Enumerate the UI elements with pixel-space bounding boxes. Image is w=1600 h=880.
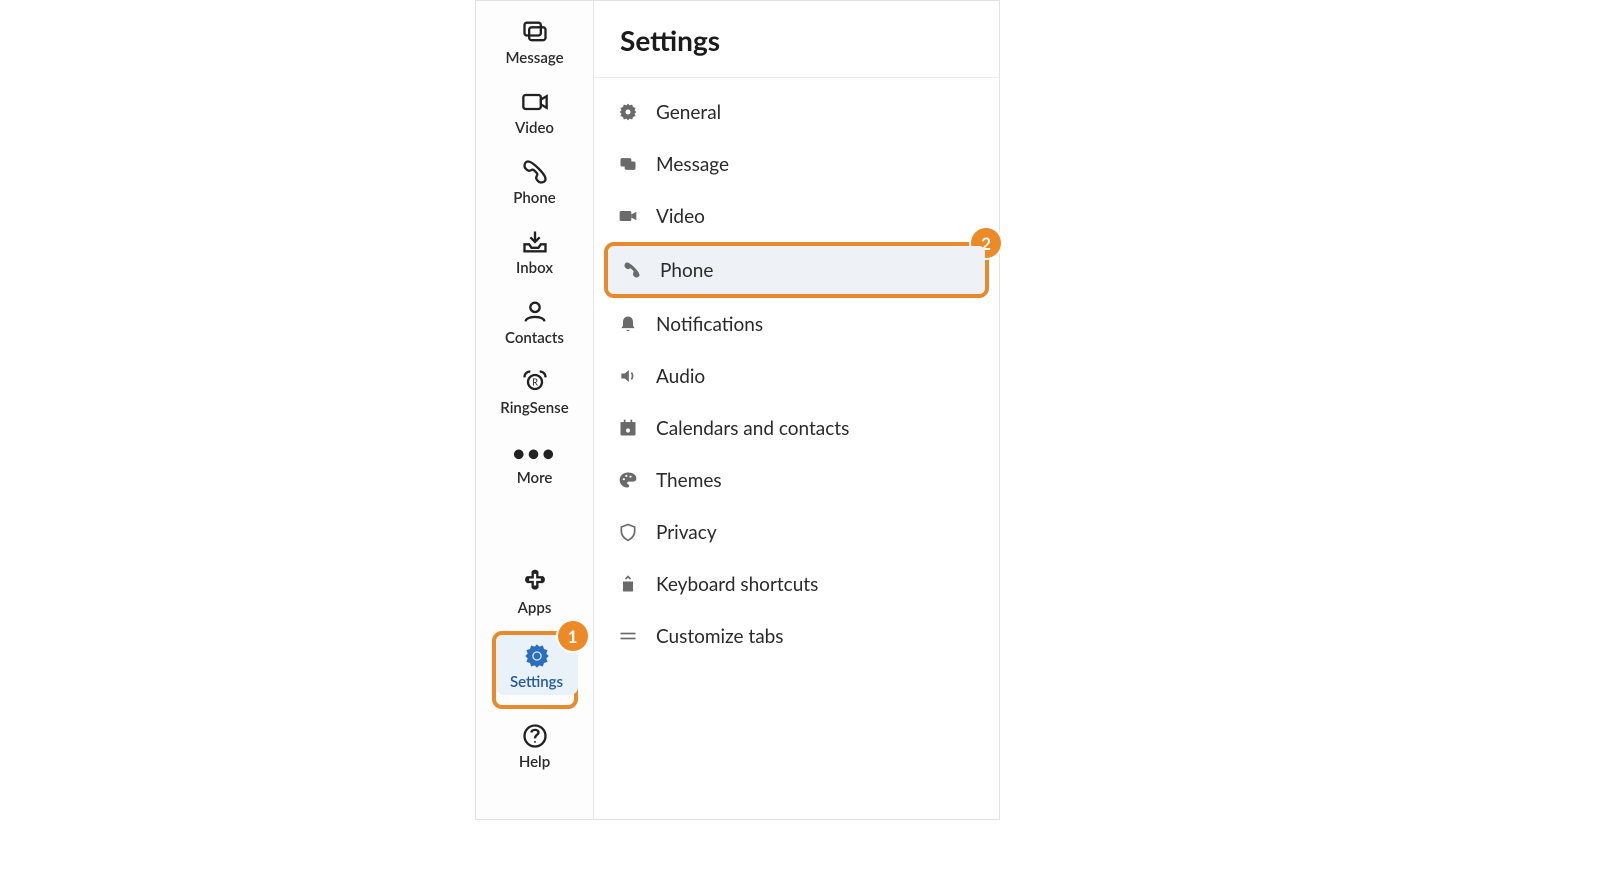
svg-text:R: R [532,377,538,388]
settings-item-customize[interactable]: Customize tabs [594,610,999,662]
settings-item-label: Calendars and contacts [656,417,849,440]
rail-bottom-group: Apps 1 Settings Help [492,561,578,785]
settings-item-audio[interactable]: Audio [594,350,999,402]
settings-item-general[interactable]: General [594,86,999,138]
rail-label: Video [515,119,554,137]
rail-label: Help [519,753,550,771]
panel-title: Settings [620,23,973,57]
settings-item-phone[interactable]: Phone [608,246,985,294]
rail-item-ringsense[interactable]: R RingSense [494,361,576,421]
settings-icon [522,641,552,671]
panel-header: Settings [594,1,999,78]
settings-item-privacy[interactable]: Privacy [594,506,999,558]
apps-icon [520,567,550,597]
rail-item-more[interactable]: ••• More [494,431,576,491]
settings-item-label: Privacy [656,521,717,544]
help-icon [520,721,550,751]
speaker-icon [616,364,640,388]
callout-frame-phone: 2 Phone [604,242,989,298]
rail-item-video[interactable]: Video [494,81,576,141]
calendar-icon [616,416,640,440]
rail-item-help[interactable]: Help [494,715,576,775]
settings-item-label: Notifications [656,313,763,336]
inbox-icon [520,227,550,257]
app-window: Message Video Phone Inbox [475,0,1000,820]
settings-item-label: Themes [656,469,722,492]
gear-icon [616,100,640,124]
settings-item-label: Audio [656,365,705,388]
settings-item-label: General [656,101,721,124]
settings-item-notifications[interactable]: Notifications [594,298,999,350]
rail-top-group: Message Video Phone Inbox [494,11,576,501]
settings-item-label: Keyboard shortcuts [656,573,818,596]
settings-item-message[interactable]: Message [594,138,999,190]
rail-label: Apps [518,599,552,617]
rail-label: Message [505,49,563,67]
rail-label: Contacts [505,329,564,347]
settings-item-video[interactable]: Video [594,190,999,242]
settings-item-keyboard[interactable]: Keyboard shortcuts [594,558,999,610]
rail-item-contacts[interactable]: Contacts [494,291,576,351]
settings-list: General Message Video 2 [594,78,999,662]
rail-item-phone[interactable]: Phone [494,151,576,211]
keyboard-icon [616,572,640,596]
navigation-rail: Message Video Phone Inbox [476,1,594,819]
rail-label: Settings [510,673,563,691]
video-icon [520,87,550,117]
rail-item-inbox[interactable]: Inbox [494,221,576,281]
rail-label: Phone [513,189,555,207]
settings-item-label: Message [656,153,729,176]
more-icon: ••• [520,437,550,467]
bell-icon [616,312,640,336]
rail-label: RingSense [500,399,568,417]
settings-item-label: Phone [660,259,713,282]
rail-item-message[interactable]: Message [494,11,576,71]
ringsense-icon: R [520,367,550,397]
callout-badge: 1 [558,621,588,651]
message-solid-icon [616,152,640,176]
settings-panel: Settings General Message Video [594,1,999,819]
rail-label: Inbox [516,259,553,277]
lines-icon [616,624,640,648]
contacts-icon [520,297,550,327]
video-solid-icon [616,204,640,228]
settings-item-themes[interactable]: Themes [594,454,999,506]
phone-icon [520,157,550,187]
shield-icon [616,520,640,544]
palette-icon [616,468,640,492]
rail-label: More [517,469,553,487]
phone-solid-icon [620,258,644,282]
message-icon [520,17,550,47]
settings-item-label: Customize tabs [656,625,784,648]
settings-item-calendar[interactable]: Calendars and contacts [594,402,999,454]
rail-item-apps[interactable]: Apps [494,561,576,621]
settings-item-label: Video [656,205,705,228]
callout-frame-settings: 1 Settings [492,631,578,709]
